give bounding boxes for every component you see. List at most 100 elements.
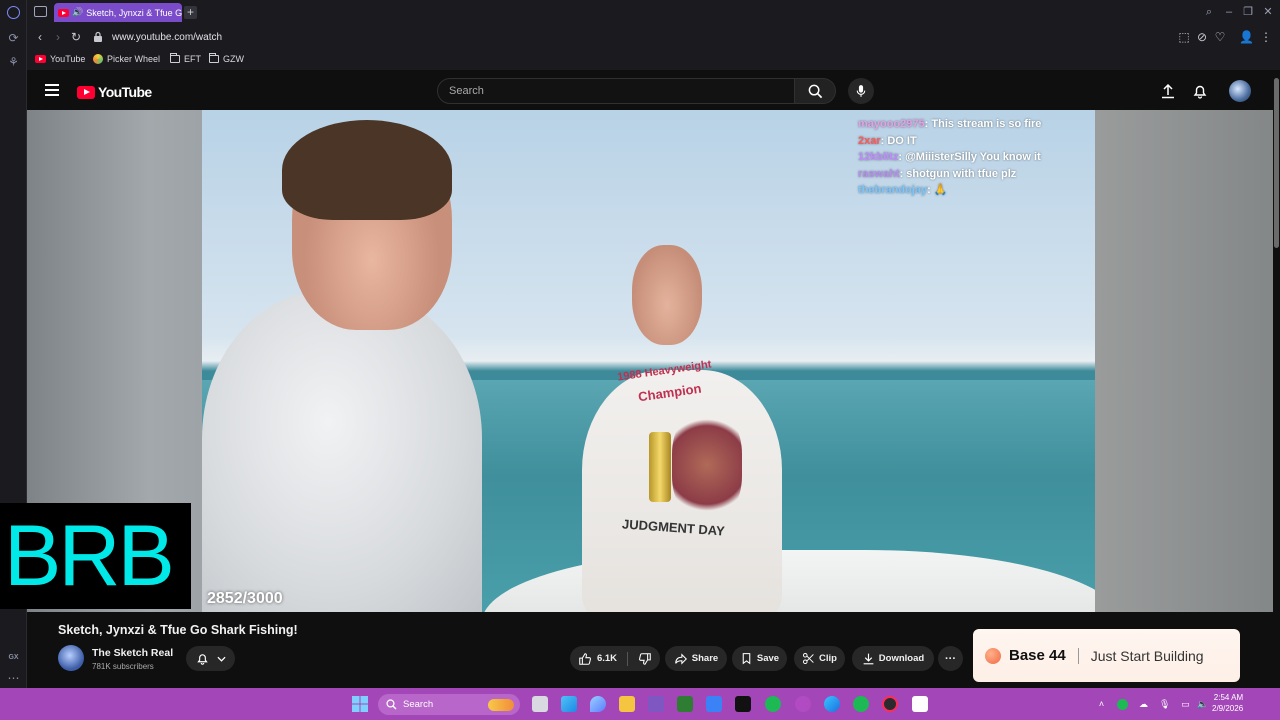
search-button[interactable]: [795, 78, 836, 104]
file-explorer-icon[interactable]: [619, 696, 635, 712]
chat-message: : DO IT: [880, 134, 917, 147]
channel-avatar[interactable]: [58, 645, 84, 671]
app-grid-icon[interactable]: [648, 696, 664, 712]
thumbs-down-icon[interactable]: [638, 652, 652, 666]
search-highlight-icon: [488, 698, 514, 711]
like-button[interactable]: 6.1K: [578, 651, 629, 666]
task-view-icon[interactable]: [532, 696, 548, 712]
opera-gx-taskbar-icon[interactable]: [882, 696, 898, 712]
hamburger-menu-icon[interactable]: [45, 84, 59, 96]
tab-title: Sketch, Jynxzi & Tfue G: [86, 7, 182, 18]
opera-gx-logo-icon[interactable]: [7, 6, 20, 19]
person-left-hair: [282, 120, 452, 220]
lock-icon[interactable]: [93, 31, 103, 43]
tab-active[interactable]: 🔊 Sketch, Jynxzi & Tfue G: [54, 3, 182, 22]
forward-button[interactable]: ›: [51, 30, 65, 44]
reload-button[interactable]: ↻: [69, 30, 83, 44]
bookmark-picker-wheel[interactable]: Picker Wheel: [93, 54, 160, 64]
voice-search-button[interactable]: [848, 78, 874, 104]
tab-strip: [27, 0, 1280, 25]
notifications-bell-icon[interactable]: [1192, 83, 1208, 99]
ad-tagline: Just Start Building: [1090, 647, 1204, 664]
bookmark-label: GZW: [223, 54, 244, 64]
chat-line: 12kblitz: @MiiisterSilly You know it: [858, 149, 1041, 166]
minimize-button[interactable]: –: [1222, 5, 1236, 19]
snapshot-icon[interactable]: ⬚: [1177, 30, 1191, 44]
back-button[interactable]: ‹: [33, 30, 47, 44]
new-tab-button[interactable]: +: [184, 6, 197, 19]
goal-counter: 2852/3000: [207, 590, 283, 607]
purple-app-icon[interactable]: [795, 696, 811, 712]
chat-overlay: mayooo2975: This stream is so fire 2xar:…: [858, 116, 1041, 199]
youtube-logo[interactable]: YouTube: [77, 84, 152, 100]
edge-icon[interactable]: [824, 696, 840, 712]
tray-app-icon[interactable]: [1117, 699, 1128, 710]
upload-icon[interactable]: [1160, 83, 1176, 99]
tray-mic-icon[interactable]: 🎙: [1159, 699, 1170, 710]
bookmark-youtube[interactable]: YouTube: [35, 54, 85, 64]
droplet-app-icon[interactable]: [590, 696, 606, 712]
download-button[interactable]: Download: [852, 646, 934, 671]
search-input[interactable]: Search: [437, 78, 795, 104]
chat-line: thebrandojay: 🙏: [858, 182, 1041, 199]
spotify-icon[interactable]: [765, 696, 781, 712]
chat-message: : shotgun with tfue plz: [899, 167, 1017, 180]
adblock-icon[interactable]: ⊘: [1195, 30, 1209, 44]
restore-button[interactable]: ❐: [1241, 5, 1255, 19]
refresh-sidebar-icon[interactable]: ⟳: [6, 31, 21, 46]
tab-manager-icon[interactable]: [34, 6, 47, 17]
bookmark-eft[interactable]: EFT: [170, 53, 201, 64]
channel-name[interactable]: The Sketch Real: [92, 647, 173, 659]
capcut-icon[interactable]: [735, 696, 751, 712]
youtube-icon: [35, 55, 46, 63]
energy-drink-can: [649, 432, 671, 502]
tray-display-icon[interactable]: ▭: [1180, 699, 1191, 710]
tray-cloud-icon[interactable]: ☁: [1138, 699, 1149, 710]
sidebar-more-icon[interactable]: ⋯: [6, 671, 21, 686]
widgets-icon[interactable]: [561, 696, 577, 712]
chat-username: 2xar: [858, 134, 881, 147]
search-tabs-icon[interactable]: ⌕: [1202, 5, 1216, 19]
taskbar-search[interactable]: Search: [378, 694, 520, 715]
like-dislike-group: 6.1K: [570, 646, 660, 671]
app-tile-icon[interactable]: [912, 696, 928, 712]
close-window-button[interactable]: ✕: [1261, 5, 1275, 19]
url-field[interactable]: www.youtube.com/watch: [112, 32, 222, 43]
scrollbar-thumb[interactable]: [1274, 78, 1279, 248]
gx-label[interactable]: GX: [6, 650, 21, 665]
taskbar: [0, 688, 1280, 720]
profile-icon[interactable]: 👤: [1239, 30, 1254, 44]
download-icon: [863, 653, 874, 665]
tray-chevron-up-icon[interactable]: ˄: [1096, 699, 1107, 710]
like-count: 6.1K: [596, 653, 618, 664]
browser-menu-icon[interactable]: ⋮: [1259, 30, 1273, 44]
ad-divider: [1077, 647, 1079, 664]
save-button[interactable]: Save: [732, 646, 787, 671]
more-actions-button[interactable]: ···: [938, 646, 963, 671]
tray-clock[interactable]: 2:54 AM 2/9/2026: [1212, 692, 1243, 714]
notepad-icon[interactable]: [706, 696, 722, 712]
heart-icon[interactable]: ♡: [1213, 30, 1227, 44]
bookmark-gzw[interactable]: GZW: [209, 53, 244, 64]
speaker-icon[interactable]: 🔊: [72, 7, 83, 18]
tray-volume-icon[interactable]: 🔈: [1197, 699, 1208, 710]
ad-card[interactable]: Base 44 Just Start Building: [973, 629, 1240, 682]
windows-start-icon[interactable]: [352, 696, 368, 712]
excel-like-icon[interactable]: [677, 696, 693, 712]
share-button[interactable]: Share: [665, 646, 727, 671]
clip-button[interactable]: Clip: [794, 646, 845, 671]
taskbar-search-label: Search: [403, 699, 434, 710]
thumbs-up-icon: [579, 652, 591, 665]
chat-message: : This stream is so fire: [924, 118, 1042, 130]
account-avatar[interactable]: [1229, 80, 1251, 102]
bookmark-label: Picker Wheel: [107, 54, 161, 64]
gx-control-icon[interactable]: ⚘: [6, 55, 21, 70]
chat-line: 2xar: DO IT: [858, 133, 1041, 150]
subscription-bell-button[interactable]: [186, 646, 235, 671]
share-label: Share: [691, 653, 719, 664]
spotify-icon-2[interactable]: [853, 696, 869, 712]
person-center-head: [632, 245, 702, 345]
clip-label: Clip: [819, 653, 837, 664]
search-icon: [808, 84, 823, 99]
ad-brand: Base 44: [1009, 647, 1066, 664]
